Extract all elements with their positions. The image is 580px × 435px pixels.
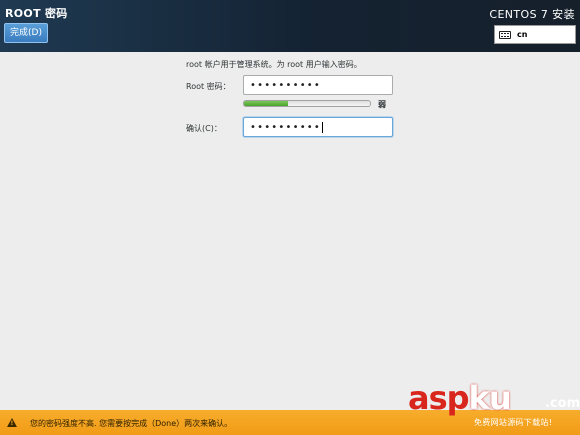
password-strength-bar — [243, 100, 371, 107]
page-title: ROOT 密码 — [5, 7, 68, 20]
header-bar: ROOT 密码 完成(D) CENTOS 7 安装 cn — [0, 0, 580, 52]
install-title: CENTOS 7 安装 — [489, 8, 575, 21]
root-password-field[interactable]: •••••••••• — [243, 75, 393, 95]
instruction-text: root 帐户用于管理系统。为 root 用户输入密码。 — [186, 60, 362, 69]
keyboard-layout-label: cn — [517, 30, 528, 39]
warning-text: 您的密码强度不高. 您需要按完成（Done）两次来确认。 — [30, 419, 233, 428]
keyboard-icon — [499, 30, 511, 39]
confirm-password-label: 确认(C)： — [186, 124, 222, 133]
text-caret — [321, 121, 323, 133]
keyboard-layout-indicator[interactable]: cn — [494, 25, 576, 44]
confirm-password-value: •••••••••• — [250, 121, 321, 133]
root-password-value: •••••••••• — [250, 79, 321, 91]
password-strength-label: 弱 — [378, 100, 386, 109]
root-password-label: Root 密码： — [186, 82, 231, 91]
confirm-password-field[interactable]: •••••••••• — [243, 117, 393, 137]
done-button[interactable]: 完成(D) — [4, 23, 48, 43]
password-strength-fill — [244, 101, 289, 106]
warning-bar: 您的密码强度不高. 您需要按完成（Done）两次来确认。 — [0, 410, 580, 435]
watermark-suffix: .com — [545, 396, 580, 411]
warning-icon — [7, 418, 17, 427]
